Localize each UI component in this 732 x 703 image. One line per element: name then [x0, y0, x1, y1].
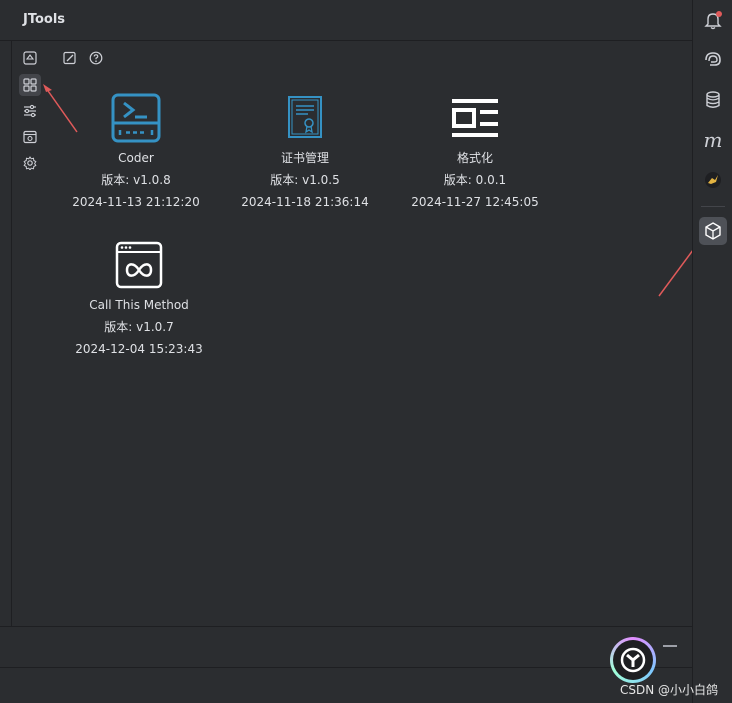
plugin-card-call-this-method[interactable]: Call This Method 版本: v1.0.7 2024-12-04 1…	[54, 240, 224, 360]
stripe-separator	[701, 206, 725, 207]
plugin-card-format[interactable]: 格式化 版本: 0.0.1 2024-11-27 12:45:05	[390, 93, 560, 213]
help-icon	[89, 51, 103, 65]
plugin-date: 2024-11-13 21:12:20	[72, 195, 200, 209]
tool-window-title: JTools	[23, 12, 66, 27]
mybatis-button[interactable]	[699, 166, 727, 194]
plugin-name: 证书管理	[280, 151, 329, 165]
maven-button[interactable]: m	[699, 126, 727, 154]
certificate-icon	[280, 93, 330, 143]
plugin-name: 格式化	[456, 151, 493, 165]
help-button[interactable]	[85, 47, 107, 69]
settings-sliders-button[interactable]	[19, 100, 41, 122]
edit-button[interactable]	[59, 47, 81, 69]
jtools-button[interactable]	[699, 217, 727, 245]
maven-icon: m	[703, 128, 723, 152]
plugin-name: Call This Method	[89, 298, 189, 312]
plugin-date: 2024-12-04 15:23:43	[75, 342, 203, 356]
ai-assistant-icon	[705, 52, 721, 66]
browser-button[interactable]	[19, 126, 41, 148]
recycle-button[interactable]	[19, 47, 41, 69]
jtools-cube-icon	[705, 222, 721, 240]
mybatis-bird-icon	[705, 172, 721, 188]
grid-icon	[23, 78, 37, 92]
plugin-version: 版本: v1.0.5	[270, 173, 340, 187]
status-divider	[0, 667, 692, 668]
plugin-date: 2024-11-27 12:45:05	[411, 195, 539, 209]
plugin-card-certificate[interactable]: 证书管理 版本: v1.0.5 2024-11-18 21:36:14	[220, 93, 390, 213]
notifications-icon	[704, 11, 722, 30]
plugin-name: Coder	[118, 151, 154, 165]
right-tool-stripe: m	[692, 0, 732, 703]
plugin-version: 版本: v1.0.8	[101, 173, 171, 187]
gear-icon	[23, 156, 37, 170]
format-icon	[450, 93, 500, 143]
database-icon	[706, 91, 720, 108]
plugin-version: 版本: v1.0.7	[104, 320, 174, 334]
watermark-text: CSDN @小小白鸽	[620, 683, 719, 697]
notifications-button[interactable]	[699, 6, 727, 34]
plugin-version: 版本: 0.0.1	[443, 173, 507, 187]
edit-icon	[63, 51, 76, 65]
sliders-icon	[24, 104, 36, 118]
browser-icon	[23, 130, 37, 144]
plugin-date: 2024-11-18 21:36:14	[241, 195, 369, 209]
annotation-arrow-left	[43, 84, 78, 133]
recycle-icon	[23, 51, 37, 65]
terminal-icon	[111, 93, 161, 143]
database-button[interactable]	[699, 86, 727, 114]
method-icon	[114, 240, 164, 290]
floating-assistant-button[interactable]	[610, 637, 656, 683]
left-toolbar-divider	[0, 41, 12, 626]
plugins-grid-button[interactable]	[19, 74, 41, 96]
tool-window-header	[0, 0, 692, 41]
minimize-button[interactable]	[663, 645, 677, 647]
ai-assistant-button[interactable]	[699, 46, 727, 74]
assistant-logo-icon	[613, 640, 653, 680]
settings-button[interactable]	[19, 152, 41, 174]
bottom-divider	[0, 626, 692, 627]
